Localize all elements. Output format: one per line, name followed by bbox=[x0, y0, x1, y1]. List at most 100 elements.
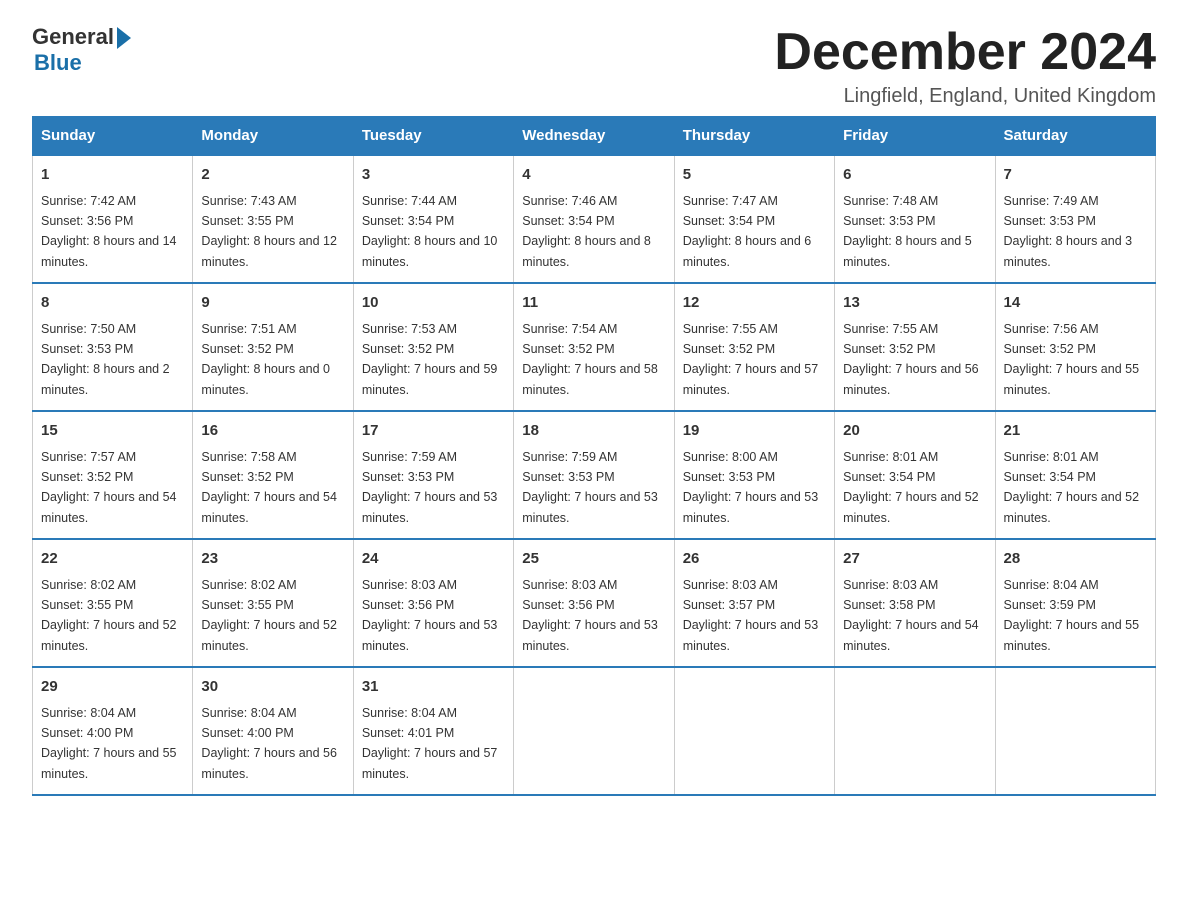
day-info: Sunrise: 8:04 AMSunset: 4:00 PMDaylight:… bbox=[41, 706, 177, 781]
page-header: General Blue December 2024 Lingfield, En… bbox=[32, 24, 1156, 108]
day-number: 7 bbox=[1004, 164, 1147, 187]
day-info: Sunrise: 7:56 AMSunset: 3:52 PMDaylight:… bbox=[1004, 322, 1140, 397]
calendar-cell bbox=[674, 667, 834, 795]
calendar-cell: 19 Sunrise: 8:00 AMSunset: 3:53 PMDaylig… bbox=[674, 411, 834, 539]
day-info: Sunrise: 7:59 AMSunset: 3:53 PMDaylight:… bbox=[522, 450, 658, 525]
day-info: Sunrise: 8:01 AMSunset: 3:54 PMDaylight:… bbox=[1004, 450, 1140, 525]
day-number: 28 bbox=[1004, 548, 1147, 571]
day-info: Sunrise: 8:03 AMSunset: 3:58 PMDaylight:… bbox=[843, 578, 979, 653]
day-number: 29 bbox=[41, 676, 184, 699]
day-number: 10 bbox=[362, 292, 505, 315]
day-info: Sunrise: 7:50 AMSunset: 3:53 PMDaylight:… bbox=[41, 322, 170, 397]
day-number: 8 bbox=[41, 292, 184, 315]
logo: General Blue bbox=[32, 24, 131, 76]
day-number: 1 bbox=[41, 164, 184, 187]
calendar-cell: 17 Sunrise: 7:59 AMSunset: 3:53 PMDaylig… bbox=[353, 411, 513, 539]
day-info: Sunrise: 8:03 AMSunset: 3:57 PMDaylight:… bbox=[683, 578, 819, 653]
calendar-cell: 20 Sunrise: 8:01 AMSunset: 3:54 PMDaylig… bbox=[835, 411, 995, 539]
day-info: Sunrise: 7:59 AMSunset: 3:53 PMDaylight:… bbox=[362, 450, 498, 525]
day-info: Sunrise: 7:44 AMSunset: 3:54 PMDaylight:… bbox=[362, 194, 498, 269]
day-info: Sunrise: 8:04 AMSunset: 4:01 PMDaylight:… bbox=[362, 706, 498, 781]
calendar-cell bbox=[514, 667, 674, 795]
calendar-cell: 12 Sunrise: 7:55 AMSunset: 3:52 PMDaylig… bbox=[674, 283, 834, 411]
day-info: Sunrise: 8:02 AMSunset: 3:55 PMDaylight:… bbox=[41, 578, 177, 653]
day-info: Sunrise: 7:53 AMSunset: 3:52 PMDaylight:… bbox=[362, 322, 498, 397]
page-title: December 2024 bbox=[774, 24, 1156, 81]
calendar-cell: 6 Sunrise: 7:48 AMSunset: 3:53 PMDayligh… bbox=[835, 155, 995, 283]
calendar-cell: 22 Sunrise: 8:02 AMSunset: 3:55 PMDaylig… bbox=[33, 539, 193, 667]
calendar-header-row: SundayMondayTuesdayWednesdayThursdayFrid… bbox=[33, 117, 1156, 156]
day-info: Sunrise: 7:42 AMSunset: 3:56 PMDaylight:… bbox=[41, 194, 177, 269]
day-number: 31 bbox=[362, 676, 505, 699]
day-number: 14 bbox=[1004, 292, 1147, 315]
day-number: 30 bbox=[201, 676, 344, 699]
day-info: Sunrise: 7:54 AMSunset: 3:52 PMDaylight:… bbox=[522, 322, 658, 397]
calendar-cell: 23 Sunrise: 8:02 AMSunset: 3:55 PMDaylig… bbox=[193, 539, 353, 667]
day-info: Sunrise: 7:55 AMSunset: 3:52 PMDaylight:… bbox=[683, 322, 819, 397]
day-number: 4 bbox=[522, 164, 665, 187]
day-number: 26 bbox=[683, 548, 826, 571]
day-number: 18 bbox=[522, 420, 665, 443]
calendar-table: SundayMondayTuesdayWednesdayThursdayFrid… bbox=[32, 116, 1156, 796]
header-sunday: Sunday bbox=[33, 117, 193, 156]
calendar-cell: 25 Sunrise: 8:03 AMSunset: 3:56 PMDaylig… bbox=[514, 539, 674, 667]
day-info: Sunrise: 7:55 AMSunset: 3:52 PMDaylight:… bbox=[843, 322, 979, 397]
day-number: 6 bbox=[843, 164, 986, 187]
calendar-cell bbox=[835, 667, 995, 795]
day-info: Sunrise: 8:03 AMSunset: 3:56 PMDaylight:… bbox=[522, 578, 658, 653]
logo-arrow-icon bbox=[117, 27, 131, 49]
calendar-cell: 1 Sunrise: 7:42 AMSunset: 3:56 PMDayligh… bbox=[33, 155, 193, 283]
day-number: 23 bbox=[201, 548, 344, 571]
calendar-cell: 30 Sunrise: 8:04 AMSunset: 4:00 PMDaylig… bbox=[193, 667, 353, 795]
day-info: Sunrise: 8:04 AMSunset: 4:00 PMDaylight:… bbox=[201, 706, 337, 781]
day-number: 24 bbox=[362, 548, 505, 571]
calendar-week-row: 15 Sunrise: 7:57 AMSunset: 3:52 PMDaylig… bbox=[33, 411, 1156, 539]
day-number: 22 bbox=[41, 548, 184, 571]
calendar-cell: 27 Sunrise: 8:03 AMSunset: 3:58 PMDaylig… bbox=[835, 539, 995, 667]
day-number: 16 bbox=[201, 420, 344, 443]
day-number: 13 bbox=[843, 292, 986, 315]
header-monday: Monday bbox=[193, 117, 353, 156]
day-info: Sunrise: 8:02 AMSunset: 3:55 PMDaylight:… bbox=[201, 578, 337, 653]
calendar-cell: 14 Sunrise: 7:56 AMSunset: 3:52 PMDaylig… bbox=[995, 283, 1155, 411]
title-area: December 2024 Lingfield, England, United… bbox=[774, 24, 1156, 108]
calendar-week-row: 29 Sunrise: 8:04 AMSunset: 4:00 PMDaylig… bbox=[33, 667, 1156, 795]
header-saturday: Saturday bbox=[995, 117, 1155, 156]
logo-general-text: General bbox=[32, 24, 114, 50]
day-info: Sunrise: 8:04 AMSunset: 3:59 PMDaylight:… bbox=[1004, 578, 1140, 653]
day-number: 15 bbox=[41, 420, 184, 443]
day-number: 25 bbox=[522, 548, 665, 571]
calendar-cell: 3 Sunrise: 7:44 AMSunset: 3:54 PMDayligh… bbox=[353, 155, 513, 283]
day-number: 9 bbox=[201, 292, 344, 315]
calendar-cell bbox=[995, 667, 1155, 795]
day-info: Sunrise: 7:46 AMSunset: 3:54 PMDaylight:… bbox=[522, 194, 651, 269]
day-number: 17 bbox=[362, 420, 505, 443]
calendar-cell: 4 Sunrise: 7:46 AMSunset: 3:54 PMDayligh… bbox=[514, 155, 674, 283]
day-number: 5 bbox=[683, 164, 826, 187]
day-info: Sunrise: 7:47 AMSunset: 3:54 PMDaylight:… bbox=[683, 194, 812, 269]
calendar-cell: 13 Sunrise: 7:55 AMSunset: 3:52 PMDaylig… bbox=[835, 283, 995, 411]
calendar-cell: 15 Sunrise: 7:57 AMSunset: 3:52 PMDaylig… bbox=[33, 411, 193, 539]
logo-blue-text: Blue bbox=[34, 50, 82, 76]
calendar-cell: 29 Sunrise: 8:04 AMSunset: 4:00 PMDaylig… bbox=[33, 667, 193, 795]
calendar-cell: 18 Sunrise: 7:59 AMSunset: 3:53 PMDaylig… bbox=[514, 411, 674, 539]
calendar-cell: 28 Sunrise: 8:04 AMSunset: 3:59 PMDaylig… bbox=[995, 539, 1155, 667]
day-info: Sunrise: 7:58 AMSunset: 3:52 PMDaylight:… bbox=[201, 450, 337, 525]
calendar-cell: 9 Sunrise: 7:51 AMSunset: 3:52 PMDayligh… bbox=[193, 283, 353, 411]
calendar-cell: 11 Sunrise: 7:54 AMSunset: 3:52 PMDaylig… bbox=[514, 283, 674, 411]
calendar-cell: 2 Sunrise: 7:43 AMSunset: 3:55 PMDayligh… bbox=[193, 155, 353, 283]
day-info: Sunrise: 7:49 AMSunset: 3:53 PMDaylight:… bbox=[1004, 194, 1133, 269]
day-number: 27 bbox=[843, 548, 986, 571]
header-thursday: Thursday bbox=[674, 117, 834, 156]
day-number: 19 bbox=[683, 420, 826, 443]
calendar-cell: 16 Sunrise: 7:58 AMSunset: 3:52 PMDaylig… bbox=[193, 411, 353, 539]
day-number: 12 bbox=[683, 292, 826, 315]
day-number: 2 bbox=[201, 164, 344, 187]
calendar-cell: 7 Sunrise: 7:49 AMSunset: 3:53 PMDayligh… bbox=[995, 155, 1155, 283]
calendar-cell: 21 Sunrise: 8:01 AMSunset: 3:54 PMDaylig… bbox=[995, 411, 1155, 539]
day-info: Sunrise: 8:01 AMSunset: 3:54 PMDaylight:… bbox=[843, 450, 979, 525]
day-info: Sunrise: 7:57 AMSunset: 3:52 PMDaylight:… bbox=[41, 450, 177, 525]
calendar-week-row: 1 Sunrise: 7:42 AMSunset: 3:56 PMDayligh… bbox=[33, 155, 1156, 283]
day-number: 3 bbox=[362, 164, 505, 187]
day-number: 11 bbox=[522, 292, 665, 315]
